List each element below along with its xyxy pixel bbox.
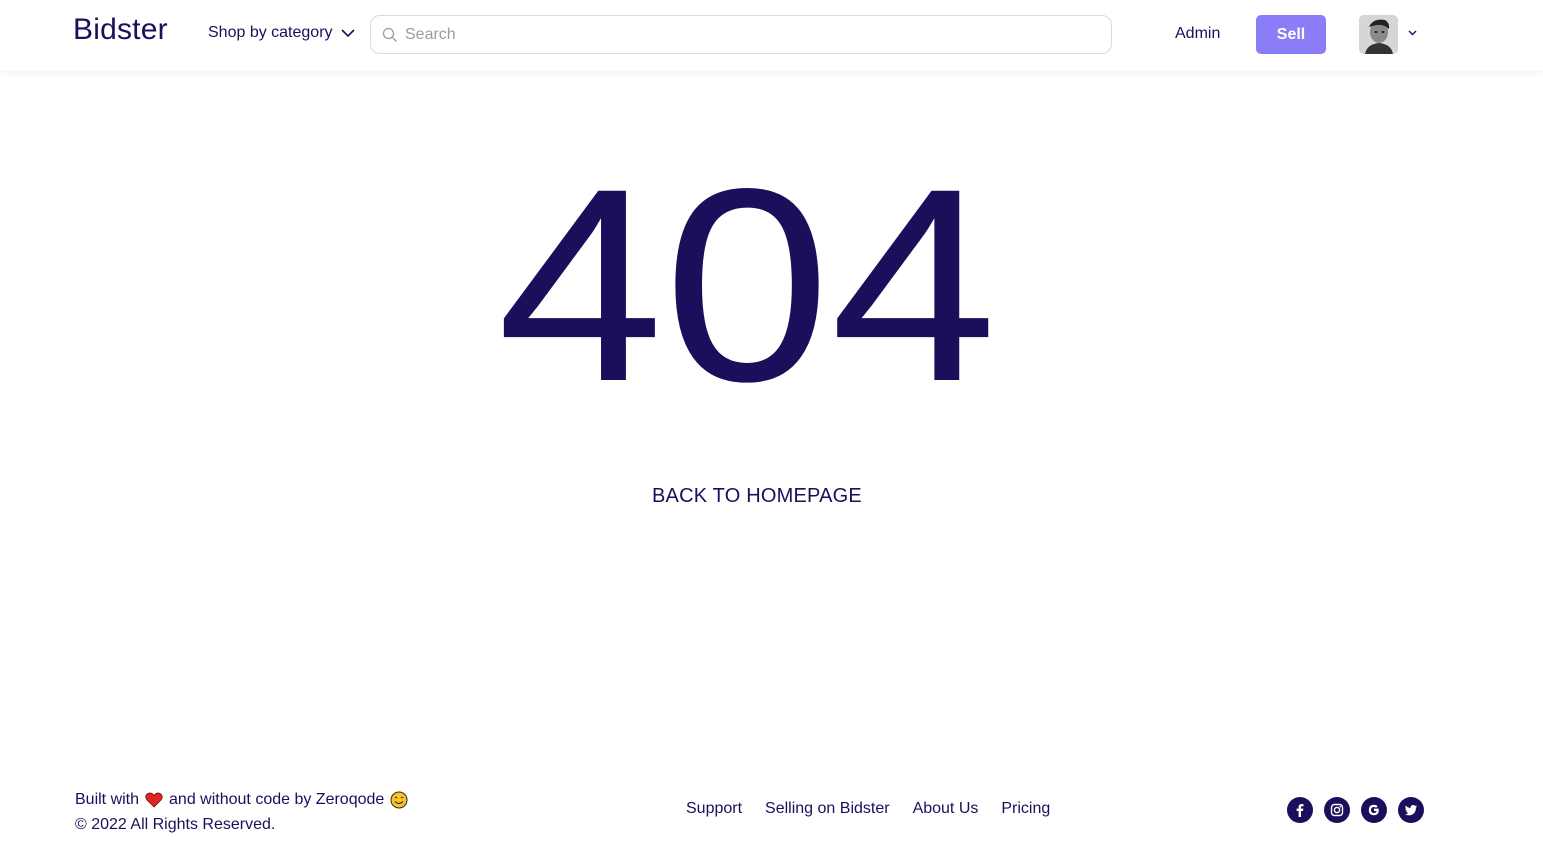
avatar[interactable]	[1359, 15, 1398, 54]
google-icon[interactable]	[1361, 797, 1387, 823]
chevron-down-icon	[340, 29, 355, 38]
footer-links: Support Selling on Bidster About Us Pric…	[686, 800, 1073, 818]
error-code: 404	[497, 180, 997, 385]
built-with-line: Built with and without code by Zeroqode	[75, 789, 408, 811]
built-prefix: Built with	[75, 791, 140, 808]
footer-credits: Built with and without code by Zeroqode …	[75, 789, 408, 834]
footer-link-about-us[interactable]: About Us	[913, 800, 979, 818]
category-label: Shop by category	[208, 24, 333, 41]
shop-by-category-dropdown[interactable]: Shop by category	[208, 24, 356, 42]
admin-link[interactable]: Admin	[1175, 25, 1220, 43]
search-input[interactable]	[405, 16, 1095, 53]
logo[interactable]: Bidster	[73, 13, 168, 47]
back-to-homepage-link[interactable]: BACK TO HOMEPAGE	[652, 485, 862, 508]
top-navbar: Bidster Shop by category Admin Sell	[0, 0, 1543, 71]
social-links	[1287, 797, 1435, 823]
built-suffix: and without code by Zeroqode	[169, 791, 385, 808]
copyright: © 2022 All Rights Reserved.	[75, 816, 276, 833]
smiley-icon	[390, 791, 408, 809]
error-code-text: 404	[497, 180, 997, 385]
facebook-icon[interactable]	[1287, 797, 1313, 823]
heart-icon	[145, 792, 163, 808]
search-box	[370, 15, 1112, 54]
instagram-icon[interactable]	[1324, 797, 1350, 823]
sell-button[interactable]: Sell	[1256, 15, 1326, 54]
search-icon	[382, 27, 397, 42]
avatar-image	[1359, 15, 1398, 54]
footer-link-pricing[interactable]: Pricing	[1001, 800, 1050, 818]
twitter-icon[interactable]	[1398, 797, 1424, 823]
footer-link-support[interactable]: Support	[686, 800, 742, 818]
avatar-chevron-down-icon[interactable]	[1407, 27, 1418, 38]
footer-link-selling-on-bidster[interactable]: Selling on Bidster	[765, 800, 890, 818]
